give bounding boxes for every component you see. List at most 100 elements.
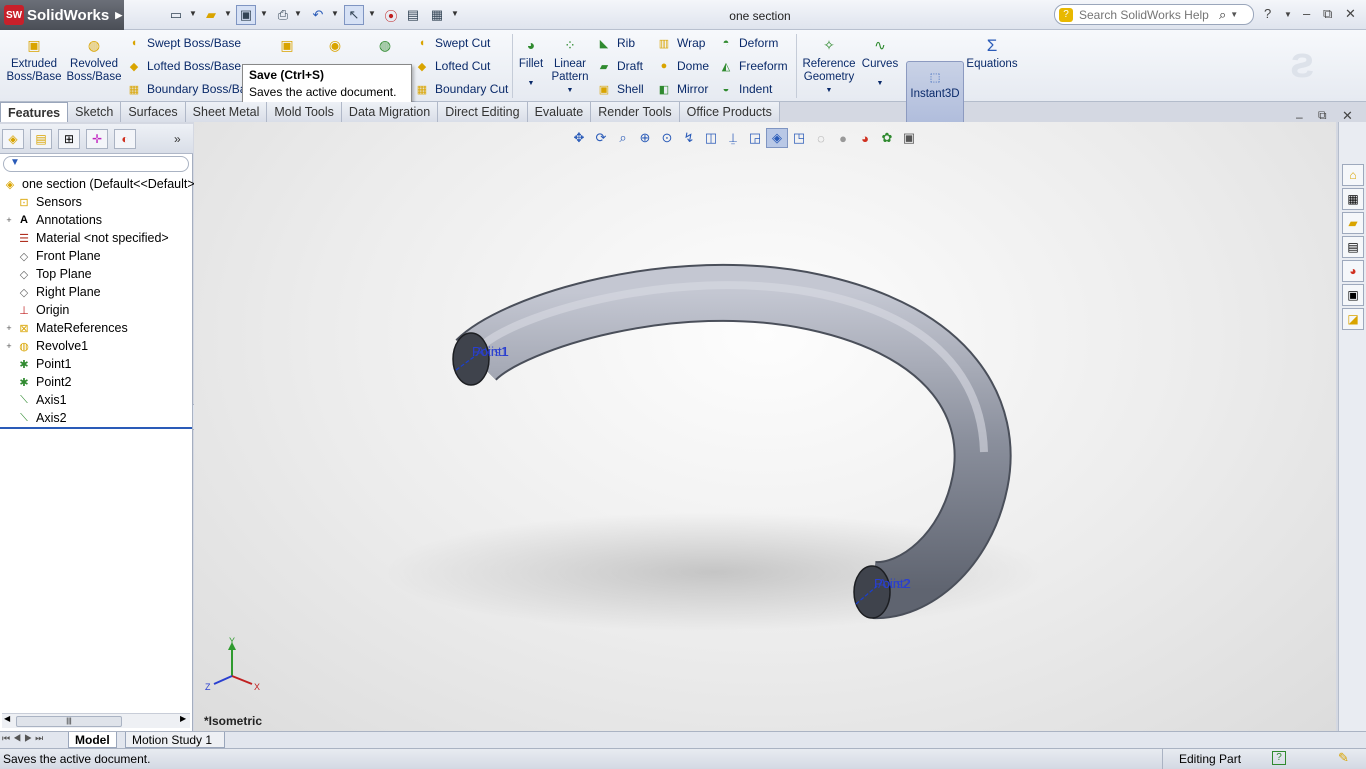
- tab-data-migration[interactable]: Data Migration: [341, 102, 439, 122]
- solidworks-logo[interactable]: SW SolidWorks ▶: [0, 0, 124, 30]
- tree-item[interactable]: ◇ Front Plane: [4, 247, 101, 265]
- mirror-button[interactable]: ◧ Mirror: [656, 79, 709, 99]
- indent-button[interactable]: ◒ Indent: [718, 79, 773, 99]
- freeform-button[interactable]: ◭ Freeform: [718, 56, 788, 76]
- tree-item[interactable]: ⊡ Sensors: [4, 193, 81, 211]
- rollback-bar[interactable]: [0, 427, 192, 429]
- fillet-dropdown-icon[interactable]: ▼: [528, 77, 535, 90]
- print-dropdown-icon[interactable]: ▼: [294, 9, 302, 18]
- tree-expander[interactable]: +: [4, 215, 14, 225]
- swept-cut-button[interactable]: ◖ Swept Cut: [414, 33, 491, 53]
- forum-icon[interactable]: ◪: [1342, 308, 1364, 330]
- help-dropdown-icon[interactable]: ▼: [1284, 10, 1292, 19]
- tree-root[interactable]: ◈ one section (Default<<Default>: [0, 175, 195, 193]
- curves-button[interactable]: ∿ Curves ▼: [860, 34, 900, 100]
- tab-mold-tools[interactable]: Mold Tools: [267, 102, 342, 122]
- tab-direct-editing[interactable]: Direct Editing: [438, 102, 528, 122]
- lofted-cut-button[interactable]: ◆ Lofted Cut: [414, 56, 491, 76]
- fillet-button[interactable]: ◕ Fillet ▼: [516, 34, 546, 100]
- tab-features[interactable]: Features: [0, 102, 69, 122]
- draft-button[interactable]: ▰ Draft: [596, 56, 643, 76]
- tree-item[interactable]: ✱ Point2: [4, 373, 71, 391]
- view-palette-icon[interactable]: ▤: [1342, 236, 1364, 258]
- search-dropdown-icon[interactable]: ▼: [1230, 10, 1238, 19]
- tree-item[interactable]: + ⊠ MateReferences: [4, 319, 127, 337]
- rebuild-icon[interactable]: ⦿: [381, 5, 401, 25]
- open-folder-icon[interactable]: ▰: [201, 5, 221, 25]
- lofted-boss-button[interactable]: ◆ Lofted Boss/Base: [126, 56, 241, 76]
- tree-item[interactable]: ⟍ Axis2: [4, 409, 66, 427]
- tab-sketch[interactable]: Sketch: [68, 102, 122, 122]
- tree-item[interactable]: ◇ Right Plane: [4, 283, 101, 301]
- rib-button[interactable]: ◣ Rib: [596, 33, 635, 53]
- wrap-button[interactable]: ▥ Wrap: [656, 33, 706, 53]
- dimxpert-icon[interactable]: ✛: [86, 129, 108, 149]
- help-search-input[interactable]: [1079, 7, 1219, 22]
- expand-panel-icon[interactable]: »: [174, 132, 181, 146]
- property-manager-icon[interactable]: ▤: [30, 129, 52, 149]
- select-dropdown-icon[interactable]: ▼: [368, 9, 376, 18]
- configuration-manager-icon[interactable]: ⊞: [58, 129, 80, 149]
- tab-surfaces[interactable]: Surfaces: [121, 102, 186, 122]
- linear-pattern-button[interactable]: ⁘ Linear Pattern ▼: [548, 34, 592, 100]
- scroll-thumb[interactable]: |||: [16, 716, 122, 727]
- tree-item[interactable]: ◇ Top Plane: [4, 265, 92, 283]
- equations-button[interactable]: Σ Equations: [966, 34, 1018, 100]
- tab-sheet-metal[interactable]: Sheet Metal: [185, 102, 268, 122]
- pattern-dropdown-icon[interactable]: ▼: [567, 84, 574, 97]
- status-help-icon[interactable]: ?: [1272, 751, 1286, 765]
- revolved-boss-button[interactable]: ◍ Revolved Boss/Base: [66, 34, 122, 100]
- solidworks-resources-icon[interactable]: ⌂: [1342, 164, 1364, 186]
- undo-icon[interactable]: ↶: [308, 5, 328, 25]
- tree-item[interactable]: ⟍ Axis1: [4, 391, 66, 409]
- part-model[interactable]: Point1 Axis1 Point2 Axis2: [194, 122, 1336, 731]
- design-library-icon[interactable]: ▦: [1342, 188, 1364, 210]
- tree-item[interactable]: ✱ Point1: [4, 355, 71, 373]
- doc-restore-icon[interactable]: ⧉: [1318, 108, 1327, 123]
- deform-button[interactable]: ◓ Deform: [718, 33, 779, 53]
- minimize-window-icon[interactable]: –: [1303, 6, 1310, 21]
- tab-navigation-icons[interactable]: ⏮◀▶⏭: [2, 733, 46, 744]
- reference-dropdown-icon[interactable]: ▼: [826, 84, 833, 97]
- undo-dropdown-icon[interactable]: ▼: [331, 9, 339, 18]
- restore-window-icon[interactable]: ⧉: [1323, 6, 1332, 22]
- extruded-boss-button[interactable]: ▣ Extruded Boss/Base: [6, 34, 62, 100]
- horizontal-scrollbar[interactable]: ◀ ||| ▶: [2, 713, 190, 728]
- graphics-area[interactable]: ✥ ⟳ ⌕ ⊕ ⊙ ↯ ◫ ⍊ ◲ ◈ ◳ ◌ ● ◕ ✿ ▣ Point1 A…: [194, 122, 1336, 731]
- save-icon[interactable]: ▣: [236, 5, 256, 25]
- boundary-boss-button[interactable]: ▦ Boundary Boss/Base: [126, 79, 259, 99]
- scroll-left-icon[interactable]: ◀: [4, 714, 10, 723]
- instant3d-button[interactable]: ⬚ Instant3D: [906, 61, 964, 129]
- swept-boss-button[interactable]: ◖ Swept Boss/Base: [126, 33, 241, 53]
- help-search-box[interactable]: ? ⌕ ▼: [1054, 4, 1254, 25]
- dome-button[interactable]: ● Dome: [656, 56, 709, 76]
- tab-render-tools[interactable]: Render Tools: [591, 102, 680, 122]
- new-document-icon[interactable]: ▭: [166, 5, 186, 25]
- save-dropdown-icon[interactable]: ▼: [260, 9, 268, 18]
- tab-office-products[interactable]: Office Products: [679, 102, 780, 122]
- appearances-icon[interactable]: ◕: [1342, 260, 1364, 282]
- close-window-icon[interactable]: ✕: [1345, 6, 1356, 22]
- help-icon[interactable]: ?: [1264, 6, 1271, 21]
- print-icon[interactable]: ⎙: [273, 5, 293, 25]
- shell-button[interactable]: ▣ Shell: [596, 79, 644, 99]
- open-dropdown-icon[interactable]: ▼: [224, 9, 232, 18]
- tab-motion-study[interactable]: Motion Study 1: [125, 732, 225, 748]
- file-explorer-icon[interactable]: ▰: [1342, 212, 1364, 234]
- file-properties-icon[interactable]: ▤: [403, 5, 423, 25]
- tab-model[interactable]: Model: [68, 732, 117, 748]
- tree-item[interactable]: + A Annotations: [4, 211, 102, 229]
- boundary-cut-button[interactable]: ▦ Boundary Cut: [414, 79, 509, 99]
- reference-geometry-button[interactable]: ✧ Reference Geometry ▼: [800, 34, 858, 100]
- search-icon[interactable]: ⌕: [1219, 7, 1226, 23]
- tree-item[interactable]: ⊥ Origin: [4, 301, 69, 319]
- tree-expander[interactable]: +: [4, 341, 14, 351]
- options-icon[interactable]: ▦: [427, 5, 447, 25]
- curves-dropdown-icon[interactable]: ▼: [877, 77, 884, 90]
- options-dropdown-icon[interactable]: ▼: [451, 9, 459, 18]
- display-manager-icon[interactable]: ◐: [114, 129, 136, 149]
- filter-box[interactable]: ▼: [3, 156, 189, 172]
- tree-item[interactable]: ☰ Material <not specified>: [4, 229, 169, 247]
- tree-expander[interactable]: +: [4, 323, 14, 333]
- new-dropdown-icon[interactable]: ▼: [189, 9, 197, 18]
